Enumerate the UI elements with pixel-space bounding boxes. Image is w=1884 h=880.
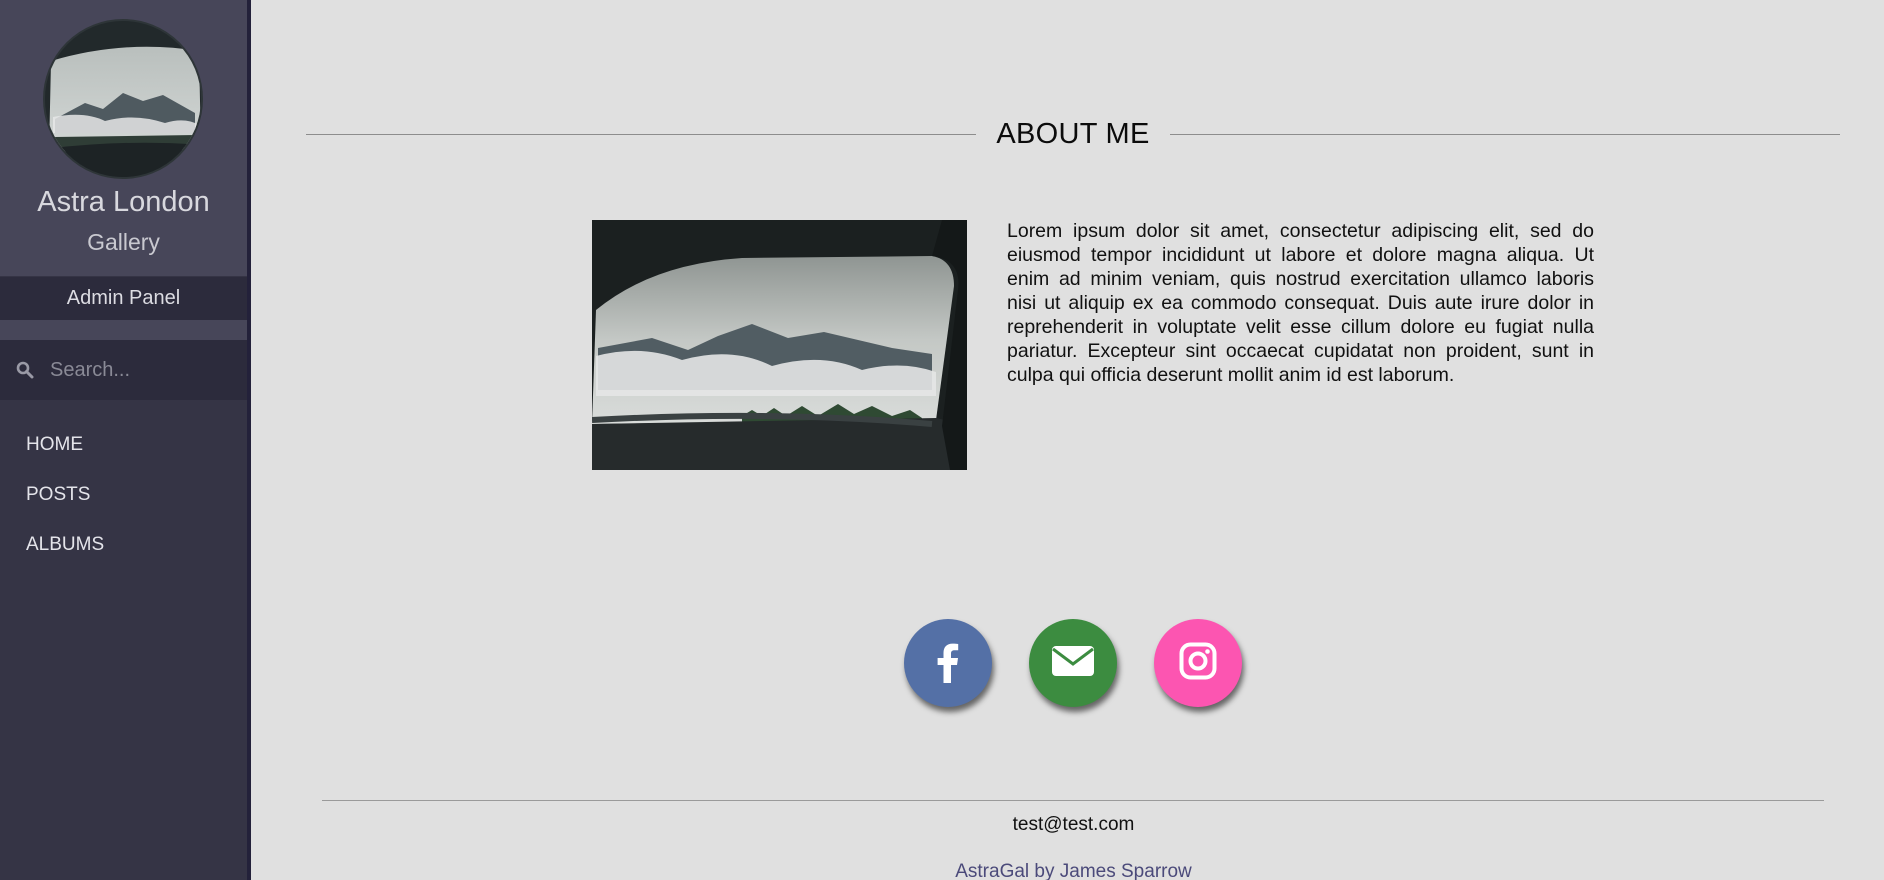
main-nav: HOME POSTS ALBUMS <box>26 430 104 580</box>
facebook-button[interactable] <box>904 619 992 707</box>
search-icon <box>0 361 50 379</box>
search-bar <box>0 340 247 400</box>
site-subtitle: Gallery <box>87 229 160 255</box>
footer-email: test@test.com <box>1012 814 1135 835</box>
sidebar-border <box>247 0 251 880</box>
search-input[interactable] <box>50 358 230 382</box>
site-title: Astra London <box>37 186 210 218</box>
nav-item-home[interactable]: HOME <box>26 430 104 480</box>
email-icon <box>1051 645 1095 682</box>
sidebar: Astra London Gallery Admin Panel HOME PO… <box>0 0 247 880</box>
about-photo <box>592 220 967 470</box>
about-text: Lorem ipsum dolor sit amet, consectetur … <box>1007 220 1594 386</box>
avatar <box>43 19 203 179</box>
nav-item-posts[interactable]: POSTS <box>26 480 104 530</box>
section-title: ABOUT ME <box>996 118 1150 150</box>
profile-block: Astra London Gallery <box>0 0 247 276</box>
nav-item-albums[interactable]: ALBUMS <box>26 530 104 580</box>
email-button[interactable] <box>1029 619 1117 707</box>
footer-credit[interactable]: AstraGal by James Sparrow <box>0 861 1884 880</box>
facebook-icon <box>928 639 968 688</box>
instagram-button[interactable] <box>1154 619 1242 707</box>
instagram-icon <box>1179 642 1217 685</box>
divider <box>0 320 247 340</box>
section-heading: ABOUT ME <box>306 118 1840 158</box>
footer-divider <box>322 800 1824 801</box>
admin-panel-link[interactable]: Admin Panel <box>0 277 247 320</box>
